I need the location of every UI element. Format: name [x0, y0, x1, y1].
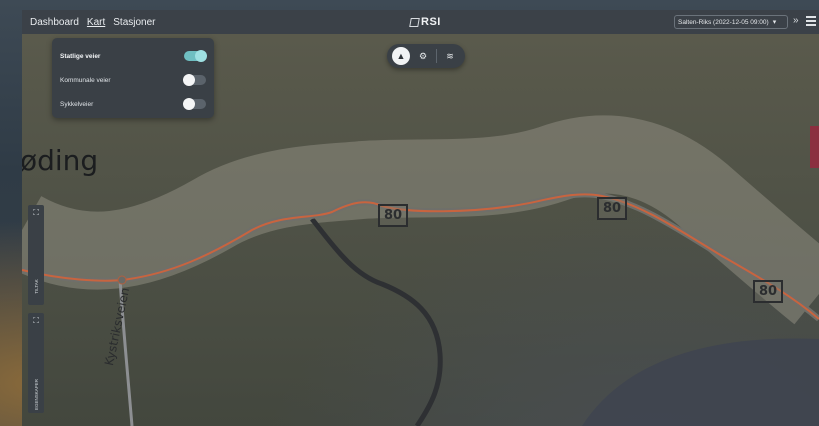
secondary-road — [310, 217, 443, 426]
double-chevron-icon[interactable]: » — [793, 15, 799, 26]
nav-dashboard[interactable]: Dashboard — [30, 17, 79, 28]
map-tool-group: ▲ ⚙ ≋ — [387, 44, 465, 68]
side-tab-label: EGENSKAPER — [33, 378, 39, 411]
layer-label: Statlige veier — [60, 52, 101, 60]
layer-label: Sykkelveier — [60, 100, 94, 108]
main-nav: Dashboard Kart Stasjoner — [30, 17, 156, 28]
layer-row-statlige[interactable]: Statlige veier — [60, 44, 207, 68]
place-label: øding — [22, 144, 99, 177]
tool-divider — [436, 49, 437, 63]
dataset-select[interactable]: Salten-Riks (2022-12-05 09:00) ▾ — [674, 15, 788, 29]
route-buffer — [22, 115, 819, 325]
junction-node[interactable] — [117, 275, 127, 285]
road-icon[interactable]: ▲ — [392, 47, 410, 65]
side-tab-tiltak[interactable]: ⛶ TILTAK — [28, 205, 44, 305]
layer-toggle[interactable] — [183, 74, 206, 86]
expand-icon[interactable]: ⛶ — [33, 316, 39, 326]
nav-kart[interactable]: Kart — [87, 17, 105, 28]
hamburger-icon[interactable] — [806, 16, 816, 28]
dataset-select-value: Salten-Riks (2022-12-05 09:00) — [678, 18, 769, 26]
app-window: Dashboard Kart Stasjoner RSI Salten-Riks… — [22, 10, 819, 426]
side-tab-label: TILTAK — [33, 279, 39, 294]
layer-label: Kommunale veier — [60, 76, 111, 84]
top-bar: Dashboard Kart Stasjoner RSI Salten-Riks… — [22, 10, 819, 34]
nav-stasjoner[interactable]: Stasjoner — [113, 17, 155, 28]
water-area — [582, 338, 819, 426]
layer-row-kommunale[interactable]: Kommunale veier — [60, 68, 206, 92]
expand-icon[interactable]: ⛶ — [33, 208, 39, 218]
layers-icon[interactable]: ≋ — [441, 47, 459, 65]
chevron-down-icon: ▾ — [772, 19, 777, 26]
speed-sign: 80 — [378, 204, 409, 227]
speed-sign: 80 — [597, 197, 628, 220]
logo-text: RSI — [421, 16, 441, 28]
side-tab-egenskaper[interactable]: ⛶ EGENSKAPER — [28, 313, 44, 413]
layer-panel: Statlige veier Kommunale veier Sykkelvei… — [52, 38, 214, 118]
layer-toggle[interactable] — [184, 50, 207, 62]
layer-row-sykkel[interactable]: Sykkelveier — [60, 92, 206, 116]
logo-mark-icon — [409, 17, 420, 27]
app-logo: RSI — [409, 16, 441, 28]
tractor-icon[interactable]: ⚙ — [414, 47, 432, 65]
right-edge-tab[interactable] — [810, 126, 819, 168]
layer-toggle[interactable] — [183, 98, 206, 110]
speed-sign: 80 — [753, 280, 784, 303]
